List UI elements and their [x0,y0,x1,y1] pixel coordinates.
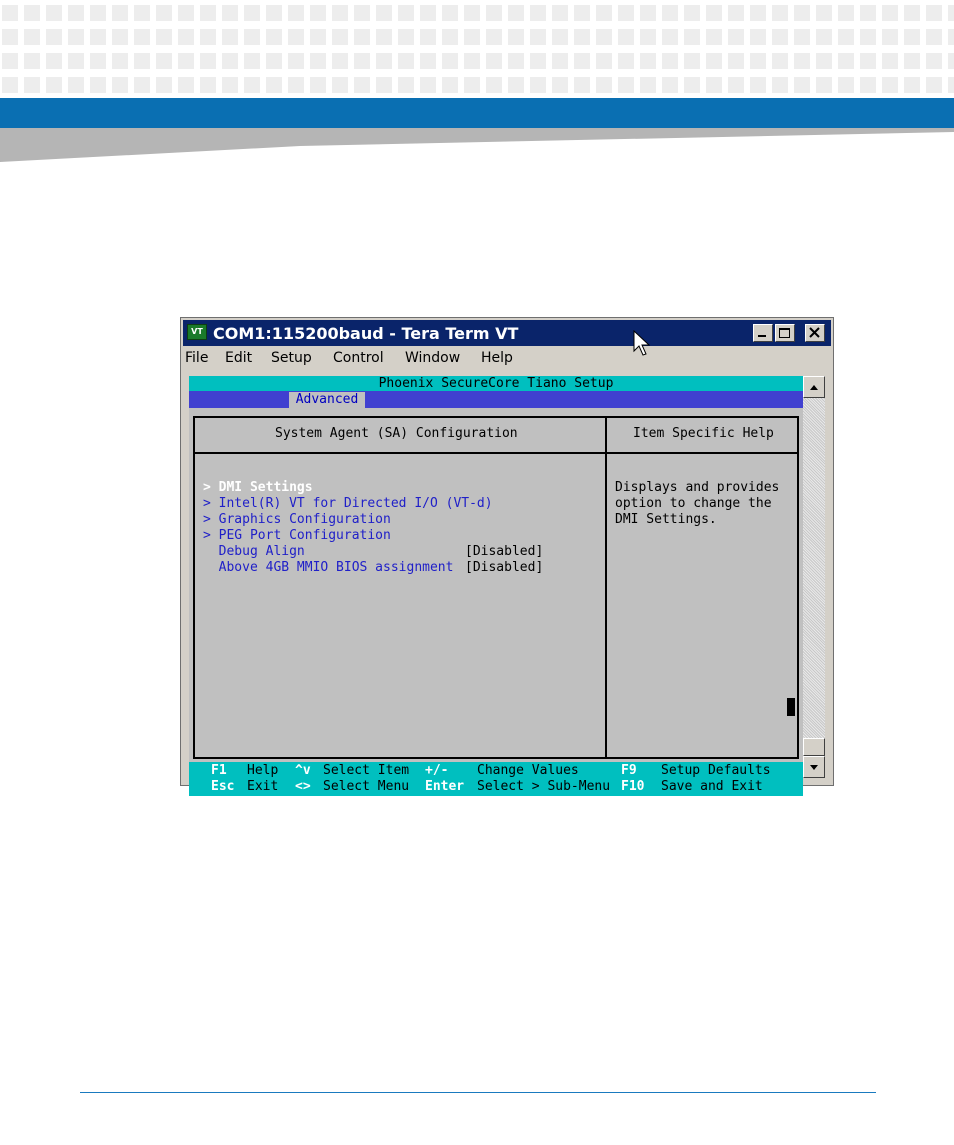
menu-window[interactable]: Window [405,350,460,366]
help-text-line-3: DMI Settings. [615,512,717,527]
key-f1: F1 [211,763,227,778]
bios-key-legend: F1 Help ^v Select Item +/- Change Values… [189,762,803,796]
minimize-button[interactable] [753,324,773,342]
key-updown: ^v [295,763,311,778]
scrollbar-thumb[interactable] [803,738,825,756]
help-text-line-1: Displays and provides [615,480,780,495]
key-f1-desc: Help [247,763,279,778]
bios-title: Phoenix SecureCore Tiano Setup [189,376,803,391]
maximize-icon [779,328,790,338]
help-title: Item Specific Help [633,426,774,441]
header-pattern [0,0,954,98]
panel-divider [605,418,607,757]
help-text-line-2: option to change the [615,496,772,511]
tera-term-app-icon[interactable]: VT [187,324,207,340]
header-divider [195,452,797,454]
key-esc: Esc [211,779,235,794]
menu-help[interactable]: Help [481,350,513,366]
section-title: System Agent (SA) Configuration [275,426,518,441]
header-grid-graphic [2,5,954,93]
key-plus-minus-desc: Change Values [477,763,579,778]
close-icon [809,327,820,338]
terminal-screen[interactable]: Phoenix SecureCore Tiano Setup Advanced … [189,376,803,796]
key-f10: F10 [621,779,645,794]
minimize-icon [758,335,766,337]
tab-advanced[interactable]: Advanced [289,392,365,408]
menu-item-dmi-settings[interactable]: > DMI Settings [203,480,313,496]
bios-tab-bar: Advanced [189,391,803,408]
menu-setup[interactable]: Setup [271,350,312,366]
header-gray-swoosh [0,128,954,162]
tera-term-window: VT COM1:115200baud - Tera Term VT File E… [180,317,834,796]
maximize-button[interactable] [775,324,795,342]
key-enter: Enter [425,779,465,794]
menu-item-above-4gb-mmio[interactable]: Above 4GB MMIO BIOS assignment [203,560,454,576]
header-blue-bar [0,98,954,128]
key-updown-desc: Select Item [323,763,410,778]
menu-item-vt-d[interactable]: > Intel(R) VT for Directed I/O (VT-d) [203,496,493,512]
scroll-down-button[interactable] [803,756,825,778]
bios-content-box: System Agent (SA) Configuration Item Spe… [193,416,799,759]
vertical-scrollbar[interactable] [803,376,825,778]
key-leftright-desc: Select Menu [323,779,410,794]
key-esc-desc: Exit [247,779,279,794]
menu-item-peg-port-configuration[interactable]: > PEG Port Configuration [203,528,391,544]
window-title: COM1:115200baud - Tera Term VT [213,324,519,343]
footer-rule [80,1092,876,1093]
title-bar[interactable]: VT COM1:115200baud - Tera Term VT [183,320,831,356]
key-plus-minus: +/- [425,763,449,778]
menu-item-debug-align[interactable]: Debug Align [203,544,305,560]
menu-bar: File Edit Setup Control Window Help [183,348,831,370]
close-button[interactable] [805,324,825,342]
menu-edit[interactable]: Edit [225,350,252,366]
menu-file[interactable]: File [185,350,208,366]
terminal-cursor [787,698,795,716]
key-f9-desc: Setup Defaults [661,763,771,778]
menu-item-graphics-configuration[interactable]: > Graphics Configuration [203,512,391,528]
arrow-up-icon [810,385,818,390]
key-leftright: <> [295,779,311,794]
debug-align-value[interactable]: [Disabled] [465,544,543,560]
above-4gb-mmio-value[interactable]: [Disabled] [465,560,543,576]
menu-control[interactable]: Control [333,350,384,366]
arrow-down-icon [810,765,818,770]
key-enter-desc: Select > Sub-Menu [477,779,611,794]
key-f10-desc: Save and Exit [661,779,763,794]
scroll-up-button[interactable] [803,376,825,398]
key-f9: F9 [621,763,637,778]
